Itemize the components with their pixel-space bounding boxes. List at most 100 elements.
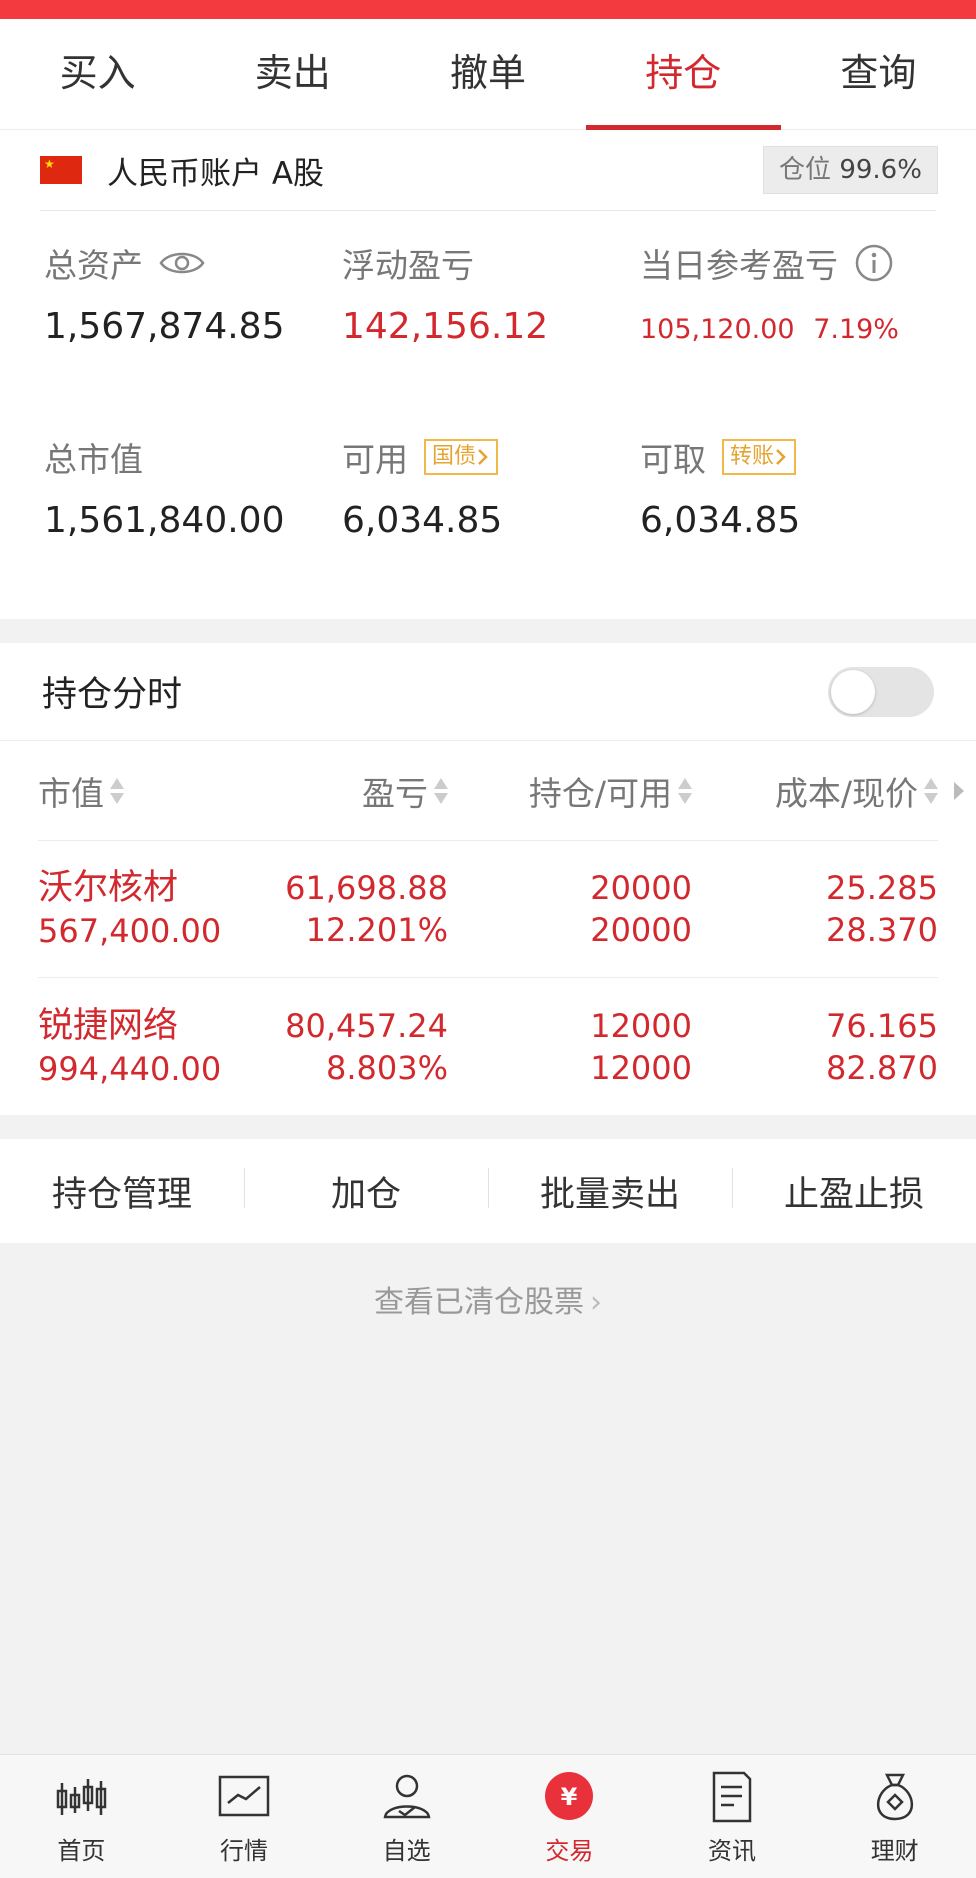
nav-watchlist[interactable]: 自选: [325, 1755, 488, 1878]
section-gap: [0, 619, 976, 643]
nav-home-label: 首页: [57, 1837, 106, 1865]
take-profit-stop-loss-button[interactable]: 止盈止损: [732, 1166, 976, 1217]
transfer-button[interactable]: 转账: [722, 439, 797, 475]
batch-sell-button[interactable]: 批量卖出: [488, 1166, 732, 1217]
col-holding-label: 持仓/可用: [528, 773, 672, 813]
nav-wealth[interactable]: 理财: [813, 1755, 976, 1878]
col-pl[interactable]: 盈亏: [248, 767, 448, 815]
china-flag-icon: [40, 156, 82, 184]
nav-watchlist-label: 自选: [382, 1837, 431, 1865]
market-value-label: 总市值: [44, 440, 143, 479]
tab-buy[interactable]: 买入: [0, 19, 195, 129]
position-badge: 仓位 99.6%: [763, 146, 938, 194]
stock-holding: 12000: [590, 1006, 692, 1045]
table-header: 市值 盈亏 持仓/可用 成本/现价: [38, 741, 964, 841]
table-row[interactable]: 锐捷网络 994,440.00 80,457.24 8.803% 12000 1…: [38, 978, 938, 1115]
stock-market-value: 994,440.00: [38, 1049, 222, 1088]
floating-pl: 浮动盈亏 142,156.12: [342, 238, 548, 347]
stock-price: 82.870: [826, 1048, 938, 1087]
stock-pl-pct: 8.803%: [325, 1048, 448, 1087]
daily-pl-label: 当日参考盈亏: [640, 246, 838, 285]
divider: [40, 210, 936, 211]
nav-wealth-label: 理财: [870, 1837, 919, 1865]
user-check-icon: [383, 1774, 431, 1819]
nav-market[interactable]: 行情: [163, 1755, 326, 1878]
floating-pl-label: 浮动盈亏: [342, 246, 474, 285]
stock-name: 锐捷网络: [38, 1005, 179, 1046]
col-market-value-label: 市值: [38, 773, 104, 813]
position-value: 99.6%: [839, 155, 922, 185]
nav-trade-label: 交易: [545, 1837, 594, 1865]
holding-timeline-title: 持仓分时: [42, 675, 183, 715]
withdrawable-value: 6,034.85: [640, 500, 801, 541]
tab-cancel[interactable]: 撤单: [390, 19, 585, 129]
treasury-bond-button[interactable]: 国债: [424, 439, 499, 475]
nav-home[interactable]: 首页: [0, 1755, 163, 1878]
status-bar: [0, 0, 976, 19]
stock-cost: 25.285: [826, 869, 938, 907]
sort-icon: [434, 776, 448, 806]
treasury-bond-label: 国债: [432, 444, 477, 469]
tab-query[interactable]: 查询: [781, 19, 976, 129]
nav-news[interactable]: 资讯: [651, 1755, 814, 1878]
stock-pl-pct: 12.201%: [305, 911, 448, 949]
info-icon[interactable]: [854, 243, 894, 283]
withdrawable-label: 可取: [640, 440, 706, 479]
stock-cost: 76.165: [826, 1006, 938, 1045]
holding-actions: 持仓管理 加仓 批量卖出 止盈止损: [0, 1139, 976, 1243]
total-assets-value: 1,567,874.85: [44, 306, 285, 347]
col-market-value[interactable]: 市值: [38, 767, 248, 815]
position-label: 仓位: [779, 155, 832, 185]
total-assets-label: 总资产: [44, 246, 143, 285]
chevron-right-icon: [478, 449, 488, 465]
total-assets: 总资产 1,567,874.85: [44, 238, 284, 347]
money-bag-icon: [876, 1773, 913, 1821]
holding-timeline-toggle[interactable]: [828, 666, 934, 717]
col-cost-price-label: 成本/现价: [774, 773, 918, 813]
holdings-table: 市值 盈亏 持仓/可用 成本/现价 沃尔核材 567,400.00 61,698…: [0, 741, 976, 1115]
chevron-right-icon: [776, 449, 786, 465]
account-name[interactable]: 人民币账户 A股: [107, 148, 324, 193]
table-row[interactable]: 沃尔核材 567,400.00 61,698.88 12.201% 20000 …: [38, 841, 938, 978]
sort-icon: [924, 776, 938, 806]
col-holding[interactable]: 持仓/可用: [448, 767, 692, 815]
daily-pl: 当日参考盈亏 105,120.00 7.19%: [640, 238, 899, 345]
nav-market-label: 行情: [220, 1837, 268, 1865]
add-position-button[interactable]: 加仓: [244, 1166, 488, 1217]
nav-news-label: 资讯: [708, 1837, 757, 1865]
trade-tabs: 买入 卖出 撤单 持仓 查询: [0, 19, 976, 130]
scroll-right-icon[interactable]: [954, 781, 964, 800]
toggle-knob: [831, 669, 875, 714]
document-icon: [712, 1771, 752, 1823]
stock-price: 28.370: [826, 911, 938, 949]
stock-pl: 80,457.24: [285, 1006, 448, 1045]
candlestick-icon: [57, 1779, 107, 1815]
available-value: 6,034.85: [342, 500, 503, 541]
holding-timeline-row: 持仓分时: [0, 643, 976, 741]
nav-trade[interactable]: ¥ 交易: [488, 1755, 651, 1878]
floating-pl-value: 142,156.12: [342, 306, 549, 347]
tab-holdings[interactable]: 持仓: [585, 19, 782, 130]
chart-icon: [218, 1775, 270, 1817]
chevron-right-icon: ›: [590, 1285, 602, 1320]
market-value-value: 1,561,840.00: [44, 500, 285, 541]
stock-available: 20000: [590, 911, 692, 949]
stock-pl: 61,698.88: [285, 869, 448, 907]
available-label: 可用: [342, 440, 408, 479]
withdrawable-funds: 可取 转账 6,034.85: [640, 432, 800, 541]
transfer-label: 转账: [730, 444, 775, 469]
eye-icon[interactable]: [159, 248, 205, 278]
col-cost-price[interactable]: 成本/现价: [692, 767, 964, 815]
account-bar: 人民币账户 A股 仓位 99.6%: [0, 130, 976, 210]
stock-market-value: 567,400.00: [38, 912, 222, 950]
sort-icon: [110, 776, 124, 806]
bottom-nav: 首页 行情 自选 ¥ 交易 资讯 理财: [0, 1754, 976, 1878]
daily-pl-value: 105,120.00: [640, 314, 795, 345]
asset-summary: 总资产 1,567,874.85 浮动盈亏 142,156.12 当日参考盈亏 …: [0, 210, 976, 619]
manage-holdings-button[interactable]: 持仓管理: [0, 1166, 244, 1217]
view-cleared-stocks-label: 查看已清仓股票: [374, 1285, 584, 1320]
col-pl-label: 盈亏: [362, 773, 428, 813]
view-cleared-stocks-link[interactable]: 查看已清仓股票 ›: [0, 1277, 976, 1321]
daily-pl-pct: 7.19%: [813, 314, 899, 345]
tab-sell[interactable]: 卖出: [195, 19, 390, 129]
